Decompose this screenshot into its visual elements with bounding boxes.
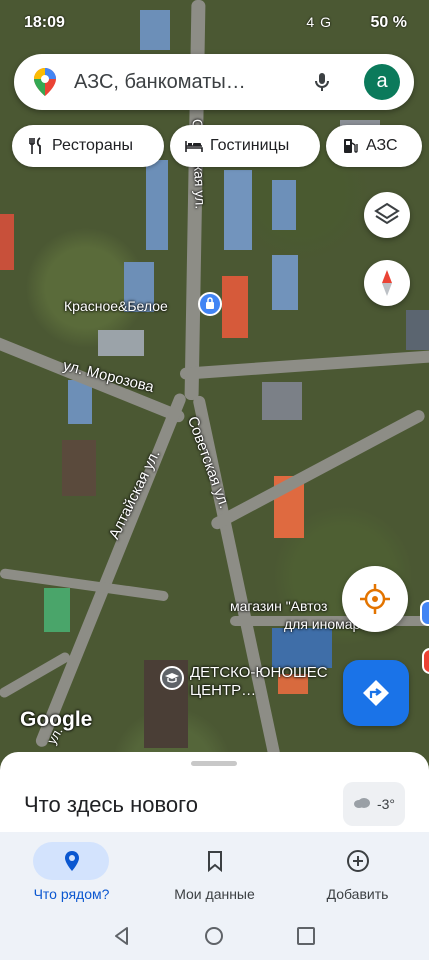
road	[179, 348, 429, 380]
building	[98, 330, 144, 356]
nav-label: Добавить	[326, 886, 389, 902]
bookmark-icon	[208, 851, 222, 873]
shopping-bag-icon[interactable]	[198, 292, 222, 316]
chip-label: Рестораны	[52, 137, 134, 154]
back-icon[interactable]	[112, 926, 132, 946]
chip-gas-stations[interactable]: АЗС	[326, 125, 422, 167]
directions-icon	[363, 680, 389, 706]
poi-label-school-2[interactable]: ЦЕНТР…	[190, 682, 256, 699]
building	[44, 588, 70, 632]
nav-label: Что рядом?	[33, 886, 110, 902]
compass-icon	[382, 270, 392, 296]
chip-label: Гостиницы	[210, 137, 290, 154]
poi-label-auto-shop[interactable]: магазин "Автоз	[230, 598, 327, 614]
building	[272, 255, 298, 310]
building	[406, 310, 429, 350]
school-icon[interactable]	[160, 666, 184, 690]
poi-label-school[interactable]: ДЕТСКО-ЮНОШЕС	[190, 664, 328, 681]
nav-contribute[interactable]: Добавить	[286, 832, 429, 912]
add-circle-icon	[347, 850, 369, 872]
building	[262, 382, 302, 420]
building	[272, 180, 296, 230]
battery-level: 50 %	[370, 14, 407, 31]
street-label-altayskaya: Алтайская ул.	[105, 447, 164, 542]
search-input[interactable]: АЗС, банкоматы…	[74, 71, 246, 94]
status-icons: 4G	[306, 14, 337, 30]
chip-restaurants[interactable]: Рестораны	[12, 125, 164, 167]
sheet-drag-handle[interactable]	[191, 761, 237, 766]
poi-label-krasnoe-beloe[interactable]: Красное&Белое	[64, 298, 168, 314]
fork-knife-icon	[29, 137, 41, 154]
crosshair-icon	[360, 584, 390, 614]
sheet-title: Что здесь нового	[24, 792, 198, 817]
microphone-icon[interactable]	[310, 70, 334, 94]
my-location-button[interactable]	[342, 566, 408, 632]
cloud-icon	[354, 798, 370, 808]
system-navigation-bar	[0, 912, 429, 960]
network-label: 4G	[306, 14, 337, 30]
account-avatar[interactable]: a	[364, 64, 400, 100]
layers-button[interactable]	[364, 192, 410, 238]
poi-marker-icon[interactable]	[420, 600, 429, 626]
building	[146, 160, 168, 250]
nav-explore[interactable]: Что рядом?	[0, 832, 143, 912]
recents-icon[interactable]	[296, 926, 316, 946]
poi-marker-icon[interactable]	[422, 648, 429, 674]
road	[209, 408, 427, 532]
bed-icon	[185, 141, 203, 152]
road	[0, 568, 170, 602]
building	[222, 276, 248, 338]
layers-icon	[374, 202, 400, 225]
location-pin-icon	[65, 851, 79, 871]
weather-chip[interactable]: -3°	[343, 782, 405, 826]
chip-label: АЗС	[366, 137, 398, 154]
building	[62, 440, 96, 496]
status-bar: 18:09 4G 50 %	[0, 0, 429, 48]
google-logo: Google	[20, 708, 93, 731]
status-time: 18:09	[24, 14, 65, 31]
directions-button[interactable]	[343, 660, 409, 726]
nav-saved[interactable]: Мои данные	[143, 832, 286, 912]
weather-temperature: -3°	[376, 796, 395, 812]
google-maps-pin-icon	[34, 68, 56, 96]
gas-pump-icon	[344, 139, 358, 153]
chip-hotels[interactable]: Гостиницы	[170, 125, 320, 167]
home-icon[interactable]	[204, 926, 224, 946]
search-bar[interactable]: АЗС, банкоматы… a	[14, 54, 414, 110]
nav-label: Мои данные	[174, 886, 255, 902]
building	[272, 628, 332, 668]
building	[0, 214, 14, 270]
compass-button[interactable]	[364, 260, 410, 306]
bottom-navigation: Что рядом? Мои данные Добавить	[0, 832, 429, 912]
building	[224, 170, 252, 250]
